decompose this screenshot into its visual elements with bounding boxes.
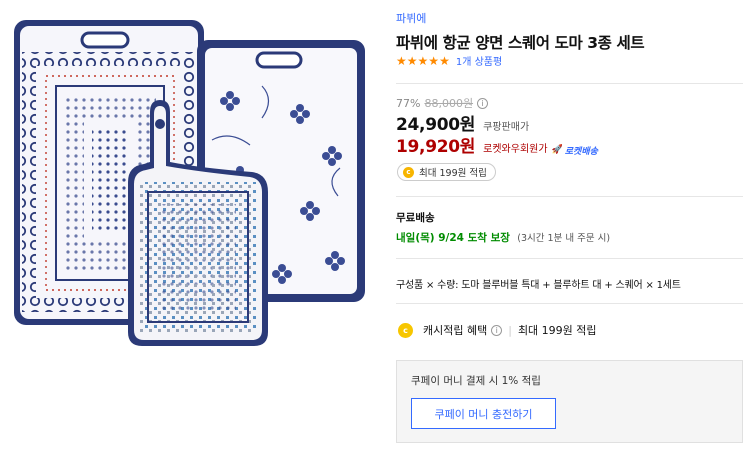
info-icon[interactable]: i bbox=[491, 324, 503, 336]
rocket-delivery-badge: 🚀 로켓배송 bbox=[552, 144, 598, 157]
divider bbox=[396, 303, 743, 304]
sale-price-label: 쿠팡판매가 bbox=[483, 122, 530, 133]
coupay-box: 쿠페이 머니 결제 시 1% 적립 쿠페이 머니 충전하기 bbox=[396, 360, 743, 443]
member-price-row: 19,920원 로켓와우회원가 🚀 로켓배송 bbox=[396, 132, 598, 157]
delivery-date: 내일(목) 9/24 도착 보장 bbox=[396, 232, 510, 244]
reward-text: 최대 199원 적립 bbox=[419, 168, 487, 179]
original-price: 88,000원 bbox=[424, 97, 474, 110]
review-count-link[interactable]: 1개 상품평 bbox=[456, 53, 502, 68]
divider bbox=[396, 83, 743, 84]
star-rating: ★ ★ ★ ★ ★ bbox=[396, 55, 450, 67]
rating: ★ ★ ★ ★ ★ 1개 상품평 bbox=[396, 53, 502, 69]
divider bbox=[396, 258, 743, 259]
coin-icon: c bbox=[403, 166, 414, 178]
product-title: 파뷔에 항균 양면 스퀘어 도마 3종 세트 bbox=[396, 34, 645, 52]
brand-link[interactable]: 파뷔에 bbox=[396, 10, 426, 26]
shipping-title: 무료배송 bbox=[396, 212, 435, 224]
cash-reward-row: c 캐시적립 혜택 i | 최대 199원 적립 bbox=[398, 322, 597, 338]
discount-row: 77% 88,000원 i bbox=[396, 95, 489, 111]
coupay-text: 쿠페이 머니 결제 시 1% 적립 bbox=[411, 375, 541, 387]
product-info: 파뷔에 파뷔에 항균 양면 스퀘어 도마 3종 세트 ★ ★ ★ ★ ★ 1개 … bbox=[396, 0, 743, 468]
discount-rate: 77% bbox=[396, 96, 421, 110]
star-icon: ★ bbox=[428, 53, 440, 68]
star-icon: ★ bbox=[396, 53, 407, 68]
delivery-note: (3시간 1분 내 주문 시) bbox=[517, 233, 611, 244]
divider bbox=[396, 196, 743, 197]
option-summary: 구성품 × 수량: 도마 블루버블 특대 + 블루하트 대 + 스퀘어 × 1세… bbox=[396, 280, 681, 291]
star-icon: ★ bbox=[406, 53, 418, 68]
rocket-icon: 🚀 bbox=[551, 145, 563, 155]
reward-pill: c 최대 199원 적립 bbox=[397, 163, 496, 181]
cash-reward-label: 캐시적립 혜택 bbox=[423, 324, 488, 337]
star-icon: ★ bbox=[439, 53, 450, 68]
cash-reward-amount: 최대 199원 적립 bbox=[517, 324, 597, 337]
product-photo bbox=[14, 20, 365, 346]
member-price: 19,920원 bbox=[396, 137, 476, 157]
rocket-badge-label: 로켓배송 bbox=[564, 146, 598, 157]
delivery-info: 내일(목) 9/24 도착 보장 (3시간 1분 내 주문 시) bbox=[396, 230, 610, 245]
member-price-label: 로켓와우회원가 bbox=[483, 144, 548, 155]
coupay-charge-button[interactable]: 쿠페이 머니 충전하기 bbox=[411, 398, 556, 429]
product-image-gallery[interactable] bbox=[0, 0, 380, 468]
separator: | bbox=[508, 323, 512, 337]
coin-icon: c bbox=[398, 322, 413, 338]
star-icon: ★ bbox=[417, 53, 429, 68]
info-icon[interactable]: i bbox=[477, 97, 489, 109]
